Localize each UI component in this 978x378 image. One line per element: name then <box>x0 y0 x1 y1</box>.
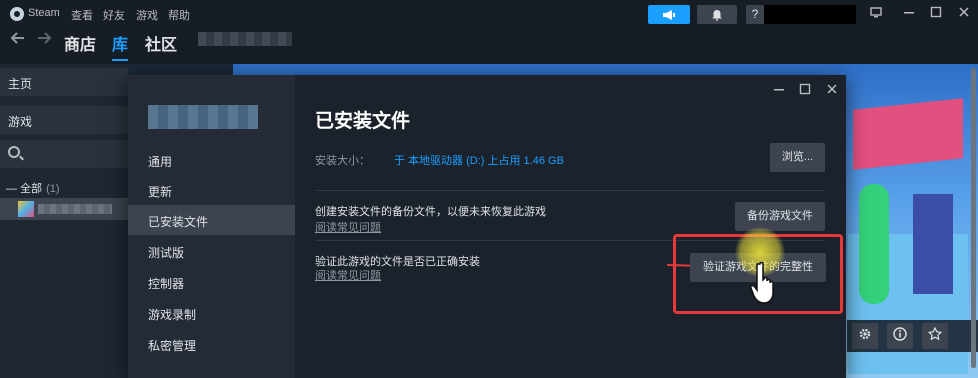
art-shape <box>853 98 963 170</box>
menu-view[interactable]: 查看 <box>71 7 93 23</box>
install-size-value[interactable]: 于 本地驱动器 (D:) 上占用 1.46 GB <box>394 152 564 168</box>
game-name-blurred <box>38 204 112 214</box>
properties-dialog: 通用 更新 已安装文件 测试版 控制器 游戏录制 私密管理 已安装文件 安装大小… <box>128 75 846 378</box>
divider <box>315 190 825 191</box>
menu-games[interactable]: 游戏 <box>136 7 158 23</box>
nav-community[interactable]: 社区 <box>145 31 177 55</box>
menu-help[interactable]: 帮助 <box>168 7 190 23</box>
help-button[interactable]: ? <box>746 5 764 24</box>
account-name-box[interactable] <box>764 5 856 24</box>
monitor-icon[interactable] <box>867 5 885 23</box>
dialog-nav-privacy[interactable]: 私密管理 <box>128 329 295 359</box>
minimize-icon[interactable] <box>773 83 785 98</box>
install-size-label: 安装大小： <box>315 155 370 167</box>
steam-window: Steam 查看 好友 游戏 帮助 ? 商店 库 社区 主页 游戏 — 全部 (… <box>0 0 978 378</box>
library-sidebar: 主页 游戏 — 全部 (1) <box>0 64 128 378</box>
notifications-button[interactable] <box>697 5 737 24</box>
megaphone-icon <box>663 9 675 20</box>
art-shape <box>913 194 953 294</box>
backup-faq-link[interactable]: 阅读常见问题 <box>315 219 381 235</box>
menu-friends[interactable]: 好友 <box>103 7 125 23</box>
verify-faq-link[interactable]: 阅读常见问题 <box>315 267 381 283</box>
dialog-nav-general[interactable]: 通用 <box>128 145 295 175</box>
nav-bar: 商店 库 社区 <box>0 28 978 64</box>
dialog-nav-game-recording[interactable]: 游戏录制 <box>128 298 295 328</box>
menu-steam[interactable]: Steam <box>28 7 60 19</box>
art-character <box>859 184 889 304</box>
dialog-nav: 通用 更新 已安装文件 测试版 控制器 游戏录制 私密管理 <box>128 75 295 378</box>
maximize-icon[interactable] <box>927 5 945 23</box>
steam-icon[interactable] <box>10 7 24 21</box>
sidebar-search-input[interactable] <box>0 140 128 168</box>
game-title-blurred <box>148 105 258 129</box>
sidebar-home[interactable]: 主页 <box>0 68 128 96</box>
star-icon[interactable] <box>922 323 948 349</box>
hand-cursor-icon <box>750 261 774 304</box>
scrollbar[interactable] <box>971 68 976 368</box>
search-icon <box>8 146 20 158</box>
backup-description: 创建安装文件的备份文件，以便未来恢复此游戏 <box>315 206 546 218</box>
bell-icon <box>712 9 722 21</box>
gear-icon[interactable] <box>852 323 878 349</box>
nav-library[interactable]: 库 <box>112 31 129 61</box>
sidebar-all-header[interactable]: — 全部 (1) <box>6 180 60 196</box>
sidebar-games-filter[interactable]: 游戏 <box>0 106 128 134</box>
news-button[interactable] <box>648 5 690 24</box>
dialog-nav-updates[interactable]: 更新 <box>128 175 295 205</box>
sidebar-game-item[interactable] <box>0 198 128 220</box>
dialog-content: 已安装文件 安装大小： 于 本地驱动器 (D:) 上占用 1.46 GB 浏览.… <box>295 75 846 378</box>
dialog-nav-controller[interactable]: 控制器 <box>128 267 295 297</box>
game-thumbnail <box>18 201 34 217</box>
all-label: — 全部 <box>6 183 43 195</box>
menu-bar: Steam 查看 好友 游戏 帮助 ? <box>0 0 978 28</box>
minimize-icon[interactable] <box>900 5 918 23</box>
maximize-icon[interactable] <box>799 83 811 98</box>
all-count: (1) <box>46 183 60 195</box>
dialog-nav-betas[interactable]: 测试版 <box>128 236 295 266</box>
backup-game-files-button[interactable]: 备份游戏文件 <box>735 202 825 231</box>
back-arrow-icon[interactable] <box>10 30 26 51</box>
dialog-heading: 已安装文件 <box>315 111 411 132</box>
dialog-nav-installed-files[interactable]: 已安装文件 <box>128 205 295 235</box>
forward-arrow-icon[interactable] <box>36 30 52 51</box>
username-blurred <box>198 32 292 46</box>
close-icon[interactable] <box>826 83 838 98</box>
info-icon[interactable] <box>887 323 913 349</box>
browse-button[interactable]: 浏览... <box>770 143 825 172</box>
nav-store[interactable]: 商店 <box>64 31 96 55</box>
close-icon[interactable] <box>955 5 973 23</box>
